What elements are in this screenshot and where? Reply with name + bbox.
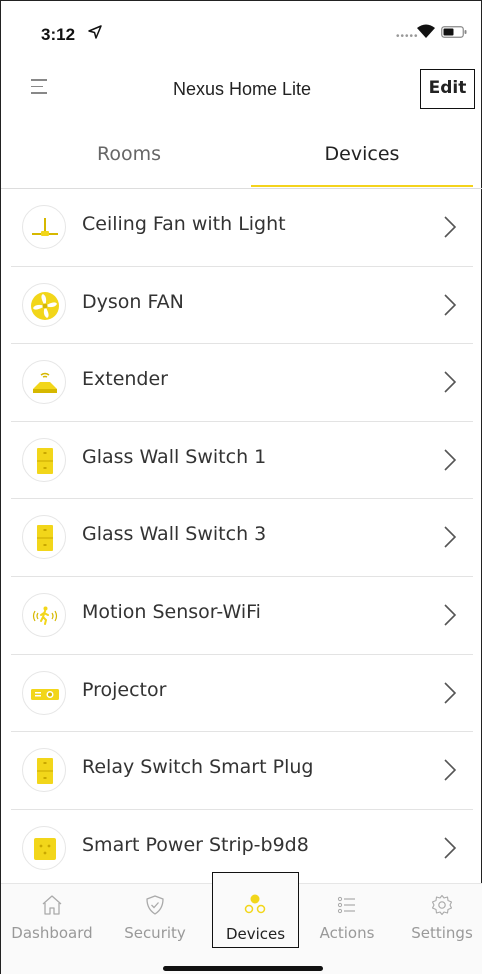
chevron-right-icon xyxy=(444,371,457,393)
tabbar-dashboard[interactable]: Dashboard xyxy=(1,884,103,950)
device-list: Ceiling Fan with Light Dyson FAN Extende… xyxy=(11,189,473,888)
wall-switch-icon xyxy=(22,515,66,560)
tab-rooms[interactable]: Rooms xyxy=(11,125,247,188)
list-item[interactable]: Glass Wall Switch 3 xyxy=(11,499,473,577)
wifi-icon xyxy=(417,24,435,38)
device-name: Ceiling Fan with Light xyxy=(82,213,286,235)
chevron-right-icon xyxy=(444,216,457,238)
list-icon xyxy=(337,896,355,914)
status-time: 3:12 xyxy=(41,25,76,44)
list-item[interactable]: Relay Switch Smart Plug xyxy=(11,732,473,810)
segment-tabs: Rooms Devices xyxy=(1,125,482,189)
nav-bar: Nexus Home Lite Edit xyxy=(1,61,482,121)
power-strip-icon xyxy=(22,825,66,870)
device-name: Relay Switch Smart Plug xyxy=(82,756,314,779)
device-name: Glass Wall Switch 3 xyxy=(82,523,267,546)
tabbar-settings[interactable]: Settings xyxy=(401,884,482,950)
shield-icon xyxy=(146,895,164,915)
wall-switch-icon xyxy=(22,748,66,793)
tabbar-label: Settings xyxy=(411,924,473,942)
tabbar-devices[interactable]: Devices xyxy=(212,872,299,948)
chevron-right-icon xyxy=(444,294,457,316)
motion-sensor-icon xyxy=(22,592,66,637)
devices-icon xyxy=(244,894,266,914)
chevron-right-icon xyxy=(444,604,457,626)
edit-button[interactable]: Edit xyxy=(420,69,475,109)
device-name: Glass Wall Switch 1 xyxy=(82,445,267,468)
bottom-tab-bar: Dashboard Security Devices Actions Setti… xyxy=(1,872,482,974)
list-item[interactable]: Extender xyxy=(11,344,473,422)
tabbar-label: Security xyxy=(124,924,186,942)
list-item[interactable]: Dyson FAN xyxy=(11,267,473,345)
phone-screen: 3:12 ••••• Nexus Home Lite Edit Rooms De… xyxy=(0,0,482,974)
gear-icon xyxy=(431,894,453,916)
chevron-right-icon xyxy=(444,449,457,471)
battery-icon xyxy=(441,26,467,38)
app-title: Nexus Home Lite xyxy=(172,79,312,99)
chevron-right-icon xyxy=(444,526,457,548)
device-name: Smart Power Strip-b9d8 xyxy=(82,833,309,856)
device-name: Dyson FAN xyxy=(82,290,184,313)
list-item[interactable]: Glass Wall Switch 1 xyxy=(11,422,473,500)
list-item[interactable]: Ceiling Fan with Light xyxy=(11,189,473,267)
fan-icon xyxy=(22,282,66,327)
status-bar: 3:12 ••••• xyxy=(1,1,482,61)
device-name: Motion Sensor-WiFi xyxy=(82,600,261,623)
list-item[interactable]: Motion Sensor-WiFi xyxy=(11,577,473,655)
projector-icon xyxy=(22,670,66,715)
home-indicator[interactable] xyxy=(163,966,323,971)
active-tab-indicator xyxy=(251,185,473,187)
location-arrow-icon xyxy=(88,25,102,39)
device-name: Projector xyxy=(82,678,167,701)
tabbar-actions[interactable]: Actions xyxy=(305,884,389,950)
wall-switch-icon xyxy=(22,437,66,482)
ceiling-fan-icon xyxy=(22,205,66,249)
chevron-right-icon xyxy=(444,681,457,704)
chevron-right-icon xyxy=(444,759,457,781)
tabbar-label: Actions xyxy=(319,924,375,942)
list-item[interactable]: Projector xyxy=(11,655,473,733)
chevron-right-icon xyxy=(444,837,457,859)
device-name: Extender xyxy=(82,368,168,391)
wifi-extender-icon xyxy=(22,360,66,405)
tabbar-label: Devices xyxy=(225,925,286,943)
tabbar-security[interactable]: Security xyxy=(113,884,197,950)
tab-devices[interactable]: Devices xyxy=(251,125,473,188)
home-icon xyxy=(42,895,62,915)
tabbar-label: Dashboard xyxy=(11,924,93,942)
